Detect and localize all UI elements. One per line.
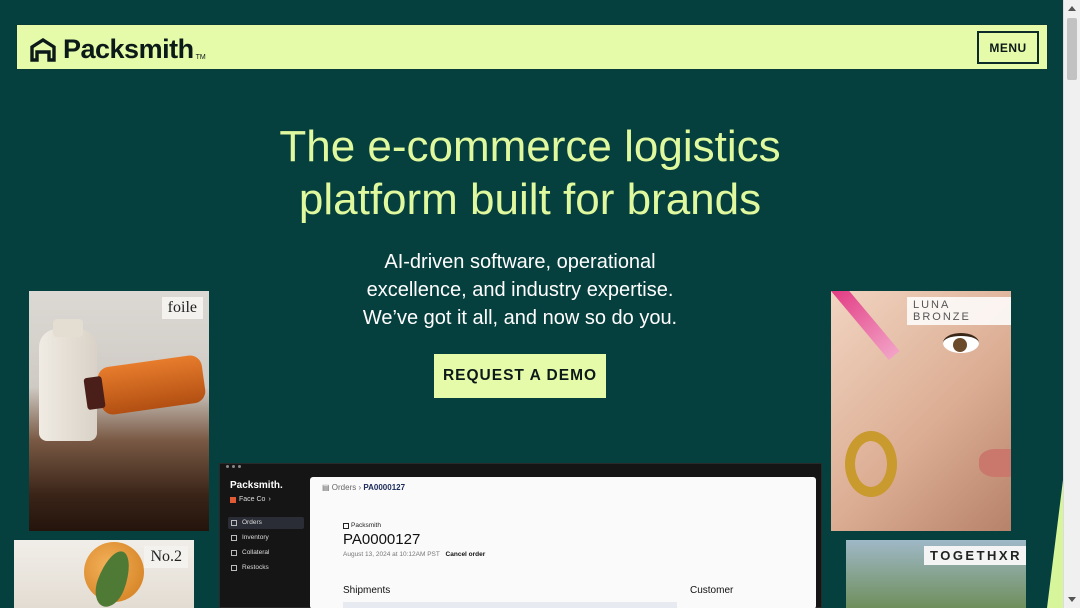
nav-item-orders: Orders	[228, 517, 304, 529]
lips-image	[979, 449, 1011, 477]
doc-brand: Packsmith	[343, 522, 381, 529]
breadcrumb-current: PA0000127	[363, 483, 406, 492]
order-date: August 13, 2024 at 10:12AM PST	[343, 551, 440, 558]
hero-title: The e-commerce logistics platform built …	[180, 120, 880, 226]
order-id: PA0000127	[343, 531, 421, 548]
nav-label: Inventory	[242, 534, 269, 541]
shipments-heading: Shipments	[343, 585, 391, 596]
packsmith-logo[interactable]: Packsmith TM	[29, 34, 206, 65]
hero-subtitle-line3: We’ve got it all, and now so do you.	[362, 307, 678, 329]
logo-text: Packsmith	[63, 34, 194, 64]
app-sidebar: Packsmith. Face Co › Orders Inventory Co…	[220, 474, 310, 608]
request-demo-button[interactable]: REQUEST A DEMO	[434, 354, 606, 398]
breadcrumb: ▤ Orders › PA0000127	[322, 483, 405, 492]
house-logo-icon	[30, 37, 56, 62]
nav-item-restocks: Restocks	[228, 562, 304, 574]
decorative-green-shape	[1047, 480, 1063, 608]
collateral-icon	[231, 550, 237, 556]
logo-trademark: TM	[195, 54, 206, 61]
nav-item-inventory: Inventory	[228, 532, 304, 544]
brand-card-no2: No.2	[14, 540, 194, 608]
nav-item-collateral: Collateral	[228, 547, 304, 559]
hero-title-line2: platform built for brands	[298, 175, 762, 224]
app-brand: Packsmith.	[230, 480, 283, 491]
hero-title-line1: The e-commerce logistics	[279, 122, 781, 171]
brand-card-togethxr: TOGETHXR	[846, 540, 1026, 608]
brand-card-luna-bronze: LUNA BRONZE	[831, 291, 1011, 531]
nav-label: Orders	[242, 519, 262, 526]
doc-brand-text: Packsmith	[351, 522, 381, 529]
brand-card-foile: foile	[29, 291, 209, 531]
hero-subtitle: AI-driven software, operational excellen…	[320, 248, 720, 332]
orders-icon	[231, 520, 237, 526]
app-preview-window: Packsmith. Face Co › Orders Inventory Co…	[219, 463, 822, 608]
scroll-up-arrow-icon[interactable]	[1068, 6, 1076, 11]
hero-subtitle-line1: AI-driven software, operational	[384, 251, 656, 273]
document-icon: ▤	[322, 483, 330, 492]
orange-bottle-image	[83, 353, 207, 417]
org-avatar-icon	[230, 496, 236, 503]
restocks-icon	[231, 565, 237, 571]
brand-label-togethxr: TOGETHXR	[924, 546, 1026, 565]
app-main-panel: ▤ Orders › PA0000127 Packsmith PA0000127…	[310, 477, 816, 608]
brand-mark-icon	[343, 522, 349, 529]
chevron-right-icon: ›	[268, 496, 271, 503]
site-header: Packsmith TM MENU	[16, 24, 1048, 70]
hero-subtitle-line2: excellence, and industry expertise.	[366, 279, 674, 301]
customer-heading: Customer	[690, 585, 734, 596]
brand-label-luna-bronze: LUNA BRONZE	[907, 297, 1011, 325]
scrollbar-thumb[interactable]	[1067, 18, 1077, 80]
order-meta: August 13, 2024 at 10:12AM PST Cancel or…	[343, 551, 485, 558]
cancel-order-link: Cancel order	[445, 551, 486, 558]
menu-button[interactable]: MENU	[977, 31, 1039, 64]
nav-label: Collateral	[242, 549, 270, 556]
page-scrollbar[interactable]	[1063, 0, 1080, 608]
shipment-row	[343, 602, 677, 608]
brand-label-no2: No.2	[144, 546, 188, 568]
org-switcher: Face Co ›	[230, 496, 271, 503]
breadcrumb-parent: Orders	[331, 483, 357, 492]
eye-image	[943, 333, 979, 353]
org-name: Face Co	[239, 496, 266, 503]
window-dots	[226, 465, 241, 468]
scroll-down-arrow-icon[interactable]	[1068, 597, 1076, 602]
chevron-right-icon: ›	[358, 483, 362, 492]
inventory-icon	[231, 535, 237, 541]
pipette-image	[831, 291, 900, 360]
nav-label: Restocks	[242, 564, 269, 571]
brand-label-foile: foile	[161, 297, 203, 319]
gold-earring-image	[845, 431, 897, 497]
